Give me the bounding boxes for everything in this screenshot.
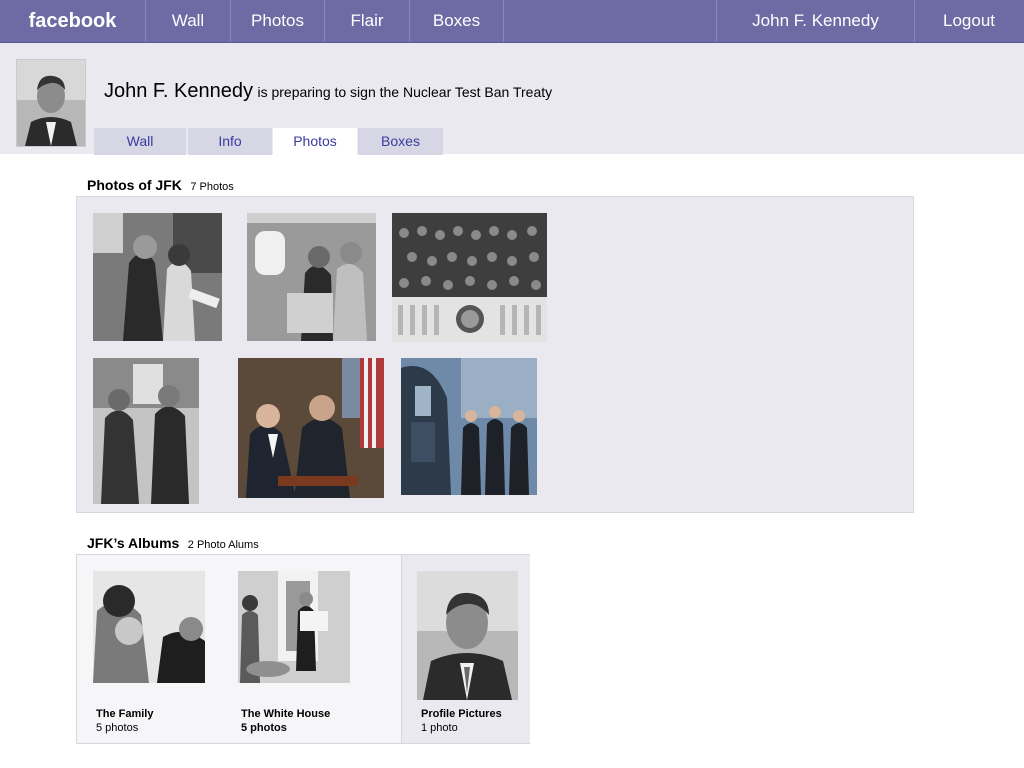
album-cover-the-white-house[interactable] xyxy=(238,571,350,683)
nav-boxes[interactable]: Boxes xyxy=(410,0,504,42)
nav-wall[interactable]: Wall xyxy=(146,0,231,42)
top-navigation-bar: facebook Wall Photos Flair Boxes John F.… xyxy=(0,0,1024,43)
album-photo-count: 5 photos xyxy=(241,722,287,734)
album-photo-count: 5 photos xyxy=(96,722,139,734)
photos-title: Photos of JFK xyxy=(87,177,182,193)
tab-wall[interactable]: Wall xyxy=(94,128,186,155)
nav-flair[interactable]: Flair xyxy=(325,0,410,42)
album-name[interactable]: Profile Pictures xyxy=(421,708,502,720)
profile-header: John F. Kennedy is preparing to sign the… xyxy=(0,43,1024,155)
albums-title: JFK’s Albums xyxy=(87,535,180,551)
profile-name[interactable]: John F. Kennedy xyxy=(104,80,253,102)
photo-thumbnail[interactable] xyxy=(238,358,384,498)
photo-thumbnail[interactable] xyxy=(247,213,376,341)
tab-info[interactable]: Info xyxy=(188,128,272,155)
album-cover-profile-pictures[interactable] xyxy=(417,571,518,700)
tab-photos[interactable]: Photos xyxy=(273,128,357,155)
album-cover-the-family[interactable] xyxy=(93,571,205,683)
photo-thumbnail[interactable] xyxy=(93,358,211,504)
photo-thumbnail[interactable] xyxy=(392,213,547,342)
photos-count: 7 Photos xyxy=(190,181,234,193)
photos-grid xyxy=(76,196,914,513)
photo-thumbnail[interactable] xyxy=(401,358,537,495)
nav-user-profile[interactable]: John F. Kennedy xyxy=(716,0,915,42)
photos-section-title: Photos of JFK 7 Photos xyxy=(87,177,234,195)
albums-section-title: JFK’s Albums 2 Photo Alums xyxy=(87,535,259,553)
album-name[interactable]: The White House xyxy=(241,708,330,720)
tab-boxes[interactable]: Boxes xyxy=(358,128,443,155)
profile-avatar[interactable] xyxy=(16,59,86,147)
facebook-logo[interactable]: facebook xyxy=(0,0,146,42)
status-text: is preparing to sign the Nuclear Test Ba… xyxy=(257,84,553,100)
logout-button[interactable]: Logout xyxy=(914,0,1024,42)
album-name[interactable]: The Family xyxy=(96,708,153,720)
profile-status: John F. Kennedy is preparing to sign the… xyxy=(104,80,552,103)
album-photo-count: 1 photo xyxy=(421,722,458,734)
nav-photos[interactable]: Photos xyxy=(231,0,325,42)
album-profile-pictures: Profile Pictures 1 photo xyxy=(401,555,530,743)
albums-count: 2 Photo Alums xyxy=(187,539,259,551)
photo-thumbnail[interactable] xyxy=(93,213,222,341)
albums-list: The Family 5 photos The White House 5 ph… xyxy=(76,554,530,744)
